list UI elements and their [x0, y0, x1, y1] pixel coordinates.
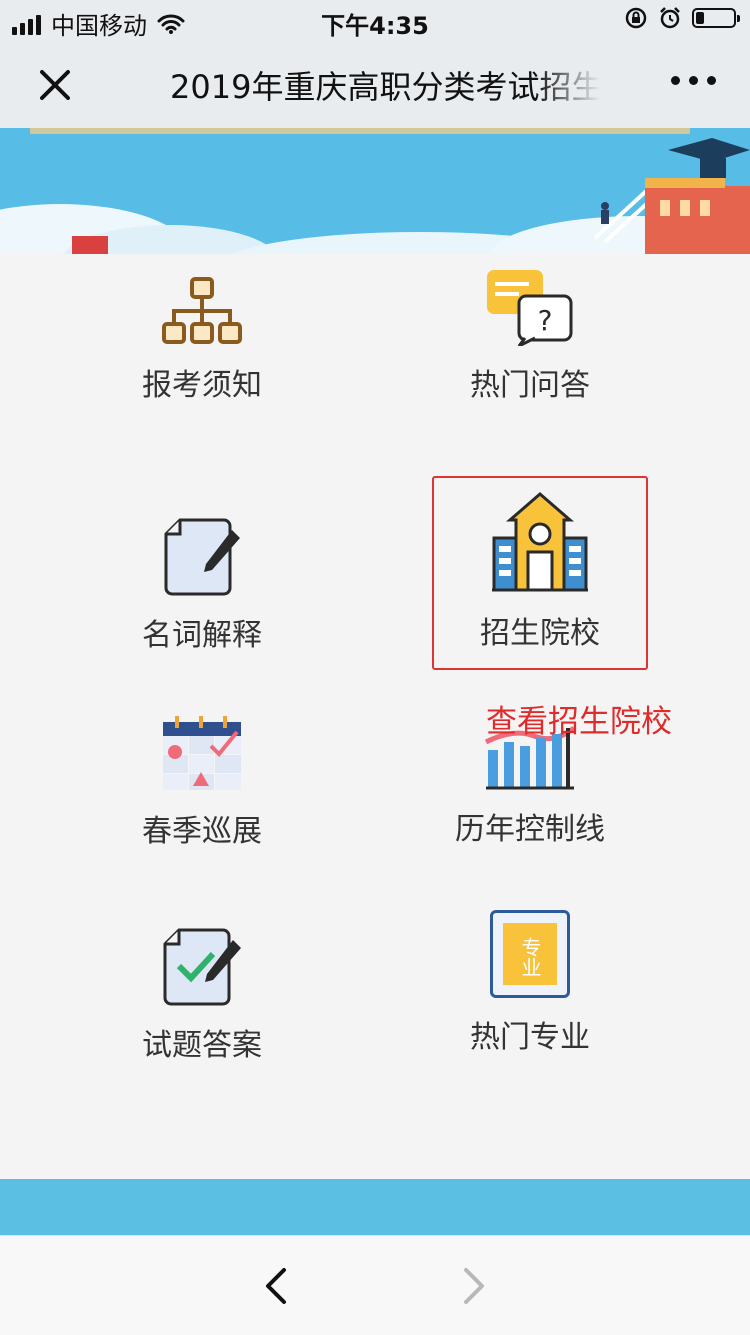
header-banner — [0, 128, 750, 254]
browser-toolbar — [0, 1235, 750, 1335]
menu-item-hot-majors[interactable]: 专业 热门专业 — [415, 910, 645, 1056]
menu-label: 名词解释 — [142, 618, 262, 653]
svg-text:?: ? — [538, 304, 553, 337]
annotation-text: 查看招生院校 — [486, 704, 672, 740]
status-right — [624, 6, 740, 30]
chevron-left-icon[interactable] — [258, 1266, 294, 1306]
menu-item-exam-answers[interactable]: 试题答案 — [87, 926, 317, 1064]
org-chart-icon — [162, 277, 242, 344]
status-bar: 中国移动 下午4:35 — [0, 0, 750, 40]
bottom-band — [0, 1179, 750, 1235]
menu-label: 报考须知 — [142, 368, 262, 403]
alarm-icon — [660, 7, 680, 29]
menu-item-score-lines[interactable]: 历年控制线 — [415, 724, 645, 848]
menu-item-hot-qa[interactable]: ? 热门问答 — [415, 268, 645, 404]
rotation-lock-icon — [625, 7, 647, 29]
note-edit-icon — [164, 518, 240, 596]
banner-illustration — [0, 128, 750, 254]
menu-label: 热门专业 — [470, 1020, 590, 1055]
menu-item-spring-tour[interactable]: 春季巡展 — [87, 714, 317, 850]
major-badge-icon: 专业 — [490, 910, 570, 998]
battery-icon — [692, 8, 740, 28]
calendar-icon — [163, 716, 241, 790]
checked-note-icon — [163, 928, 241, 1006]
close-icon[interactable] — [30, 60, 80, 110]
menu-label: 春季巡展 — [142, 814, 262, 849]
page-title: 2019年重庆高职分类考试招生 — [170, 68, 600, 106]
menu-label: 热门问答 — [470, 368, 590, 403]
menu-item-apply-notice[interactable]: 报考须知 — [87, 276, 317, 404]
menu-label: 历年控制线 — [455, 812, 605, 847]
question-chat-icon: ? — [487, 270, 573, 346]
menu-item-glossary[interactable]: 名词解释 — [87, 516, 317, 654]
major-badge-text: 专业 — [503, 923, 557, 985]
highlight-box — [432, 476, 648, 670]
nav-bar: 2019年重庆高职分类考试招生 — [0, 40, 750, 129]
menu-label: 试题答案 — [142, 1028, 262, 1063]
chevron-right-icon[interactable] — [456, 1266, 492, 1306]
more-icon[interactable] — [671, 76, 716, 85]
